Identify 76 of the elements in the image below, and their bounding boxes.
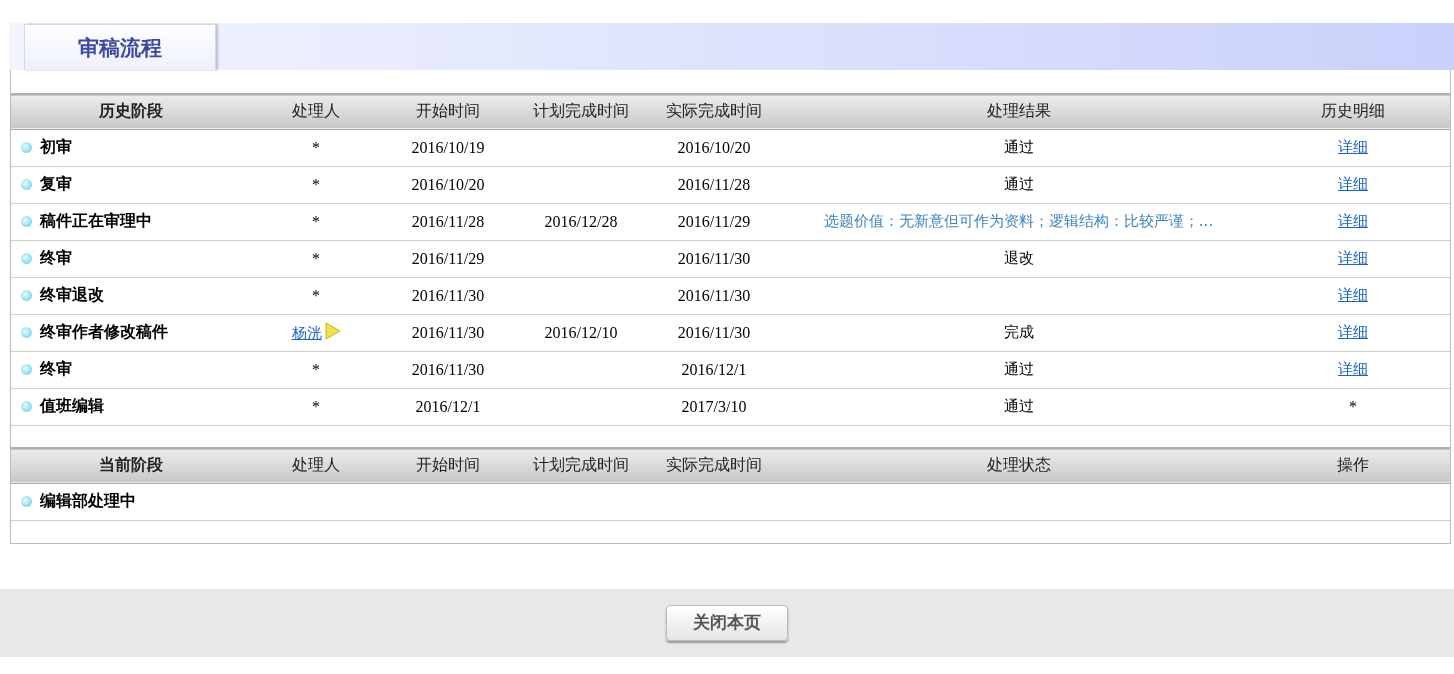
result-text: 通过 bbox=[1003, 397, 1034, 415]
bullet-icon bbox=[21, 290, 32, 301]
start-date: 2016/11/29 bbox=[411, 249, 485, 267]
stage-name: 稿件正在审理中 bbox=[40, 212, 152, 229]
handler-text: * bbox=[312, 360, 320, 378]
stage-name: 终审退改 bbox=[40, 286, 104, 303]
stage-name: 复审 bbox=[40, 175, 72, 192]
actual-date: 2017/3/10 bbox=[681, 397, 747, 415]
column-header: 操作 bbox=[1337, 455, 1369, 475]
bullet-icon bbox=[21, 216, 32, 227]
bullet-icon bbox=[21, 327, 32, 338]
column-header: 处理结果 bbox=[986, 101, 1051, 121]
planned-date: 2016/12/28 bbox=[544, 212, 618, 230]
stage-name: 终审 bbox=[40, 360, 72, 377]
planned-date: 2016/12/10 bbox=[544, 323, 618, 341]
actual-date: 2016/11/30 bbox=[677, 323, 751, 341]
column-header: 开始时间 bbox=[416, 455, 480, 475]
column-header: 实际完成时间 bbox=[666, 455, 762, 475]
bullet-icon bbox=[21, 364, 32, 375]
column-header: 处理人 bbox=[292, 455, 340, 475]
bullet-icon bbox=[21, 401, 32, 412]
bullet-icon bbox=[21, 253, 32, 264]
bullet-icon bbox=[21, 142, 32, 153]
column-header: 开始时间 bbox=[416, 101, 480, 121]
result-summary: 选题价值：无新意但可作为资料；逻辑结构：比较严谨；... bbox=[823, 212, 1214, 230]
result-text: 通过 bbox=[1003, 138, 1034, 156]
result-text: 完成 bbox=[1003, 323, 1034, 341]
start-date: 2016/12/1 bbox=[415, 397, 481, 415]
column-header: 处理状态 bbox=[986, 455, 1051, 475]
result-text: 通过 bbox=[1003, 360, 1034, 378]
result-text: 退改 bbox=[1003, 249, 1034, 267]
bullet-icon bbox=[21, 179, 32, 190]
start-date: 2016/11/30 bbox=[411, 360, 485, 378]
actual-date: 2016/11/30 bbox=[677, 249, 751, 267]
column-header: 处理人 bbox=[292, 101, 340, 121]
start-date: 2016/10/19 bbox=[411, 138, 485, 156]
actual-date: 2016/10/20 bbox=[677, 138, 751, 156]
stage-name: 初审 bbox=[40, 138, 72, 155]
detail-link[interactable]: 详细 bbox=[1338, 249, 1368, 267]
start-date: 2016/10/20 bbox=[411, 175, 485, 193]
stage-name: 编辑部处理中 bbox=[40, 492, 136, 509]
actual-date: 2016/11/29 bbox=[677, 212, 751, 230]
detail-link[interactable]: 详细 bbox=[1338, 323, 1368, 341]
stage-name: 值班编辑 bbox=[40, 397, 104, 414]
detail-link[interactable]: 详细 bbox=[1338, 360, 1368, 378]
handler-link[interactable]: 杨洸 bbox=[291, 324, 322, 342]
handler-text: * bbox=[312, 249, 320, 267]
column-header: 实际完成时间 bbox=[666, 101, 762, 121]
bullet-icon bbox=[21, 496, 32, 507]
close-page-button[interactable]: 关闭本页 bbox=[666, 604, 788, 641]
column-header: 当前阶段 bbox=[99, 456, 163, 474]
result-text: 通过 bbox=[1003, 175, 1034, 193]
start-date: 2016/11/30 bbox=[411, 323, 485, 341]
actual-date: 2016/11/30 bbox=[677, 286, 751, 304]
handler-text: * bbox=[312, 286, 320, 304]
actual-date: 2016/11/28 bbox=[677, 175, 751, 193]
column-header: 历史明细 bbox=[1321, 101, 1385, 121]
detail-link[interactable]: 详细 bbox=[1338, 286, 1368, 304]
detail-link[interactable]: 详细 bbox=[1338, 212, 1368, 230]
handler-text: * bbox=[312, 175, 320, 193]
handler-text: * bbox=[312, 397, 320, 415]
stage-name: 终审 bbox=[40, 249, 72, 266]
handler-text: * bbox=[312, 138, 320, 156]
column-header: 计划完成时间 bbox=[533, 101, 629, 121]
detail-link[interactable]: 详细 bbox=[1338, 175, 1368, 193]
detail-text: * bbox=[1349, 397, 1357, 415]
play-icon[interactable] bbox=[324, 322, 341, 340]
handler-text: * bbox=[312, 212, 320, 230]
actual-date: 2016/12/1 bbox=[681, 360, 747, 378]
start-date: 2016/11/30 bbox=[411, 286, 485, 304]
start-date: 2016/11/28 bbox=[411, 212, 485, 230]
column-header: 历史阶段 bbox=[99, 102, 163, 120]
stage-name: 终审作者修改稿件 bbox=[40, 323, 168, 340]
section-tab[interactable]: 审稿流程 bbox=[24, 24, 216, 70]
column-header: 计划完成时间 bbox=[533, 455, 629, 475]
detail-link[interactable]: 详细 bbox=[1338, 138, 1368, 156]
